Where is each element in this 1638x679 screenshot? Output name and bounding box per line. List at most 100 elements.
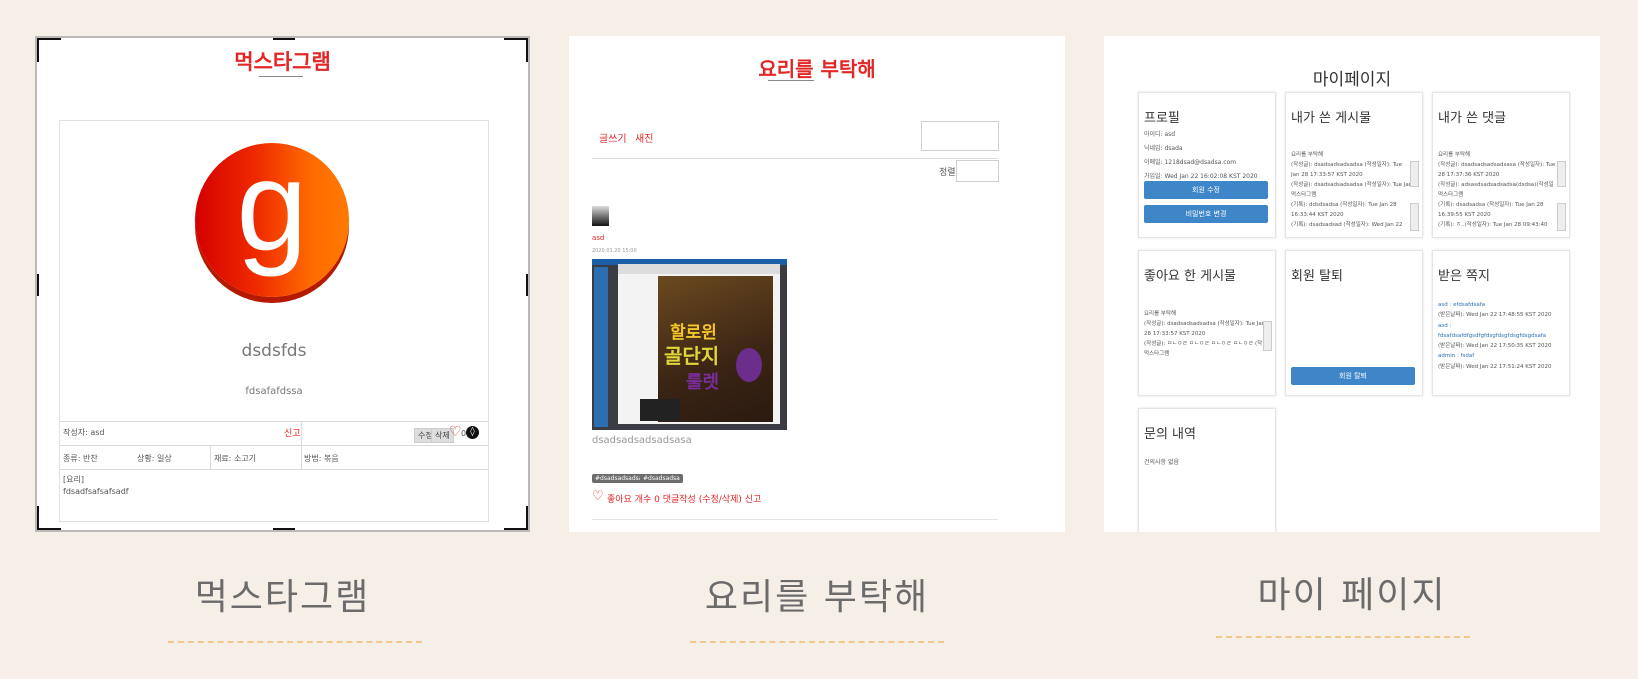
liked-posts-list[interactable]: 요리를 부탁해 (작성글): dsadsadsadsadsa (작성일자): T… [1144, 309, 1264, 359]
scrollbar[interactable] [1557, 161, 1566, 187]
my-comments-line[interactable]: (작성글): dsadsadsadsadsasa (작성일자): Tue Jan [1438, 160, 1558, 170]
crop-handle-bottom[interactable] [273, 528, 295, 530]
caption-underline [1216, 636, 1470, 638]
recipe-text: fdsadfsafsafsadf [63, 487, 129, 496]
post-tag[interactable]: #dsadsadsa [640, 474, 683, 483]
liked-posts-panel: 좋아요 한 게시물 요리를 부탁해 (작성글): dsadsadsadsadsa… [1138, 250, 1276, 396]
sort-select[interactable] [956, 160, 999, 182]
liked-line: 요리를 부탁해 [1144, 311, 1177, 317]
category-type: 종류: 반찬 [63, 454, 98, 463]
inquiry-panel: 문의 내역 건의사항 없음 [1138, 408, 1276, 532]
cell-divider [210, 445, 211, 469]
screenshot-desktop-icons [594, 267, 608, 427]
scrollbar[interactable] [1410, 161, 1419, 187]
message-line: (받은날짜): Wed Jan 22 17:50:35 KST 2020 [1438, 343, 1552, 350]
profile-title: 프로필 [1144, 111, 1180, 126]
my-comments-list[interactable]: 요리를 부탁해 (작성글): dsadsadsadsadsasa (작성일자):… [1438, 150, 1558, 230]
caption-underline [690, 641, 944, 643]
my-comments-title: 내가 쓴 댓글 [1438, 111, 1507, 126]
my-comments-line: 먹스타그램 [1438, 192, 1464, 198]
received-messages-panel: 받은 쪽지 asd : efdsafdsafa (받은날짜): Wed Jan … [1432, 250, 1570, 396]
post-category-row [60, 445, 488, 446]
liked-line[interactable]: (작성글): ㅁㄴㅇㄹ ㅁㄴㅇㄹ ㅁㄴㅇㄹ ㅁㄴㅇㄹ (작) [1144, 339, 1264, 349]
my-posts-line[interactable]: (작성글): dsadsadsadsadsa (작성일자): Tue Jan [1291, 180, 1411, 190]
post-subtitle: fdsafafdssa [245, 386, 303, 397]
like-heart-icon[interactable]: ♡ [592, 489, 604, 504]
caption-cook-for-me: 요리를 부탁해 [704, 577, 930, 618]
withdraw-title: 회원 탈퇴 [1291, 269, 1343, 284]
messages-list[interactable]: asd : efdsafdsafa (받은날짜): Wed Jan 22 17:… [1438, 300, 1566, 372]
crop-handle-right[interactable] [526, 274, 528, 296]
received-messages-title: 받은 쪽지 [1438, 269, 1490, 284]
category-ingredient: 재료: 소고기 [214, 454, 257, 463]
brand-underline [768, 80, 814, 81]
my-posts-panel: 내가 쓴 게시물 요리를 부탁해 (작성글): dsadsadsadsadsa … [1285, 92, 1423, 238]
profile-avatar[interactable]: g [195, 135, 349, 297]
profile-nickname: 닉네임: dsada [1144, 145, 1183, 152]
my-comments-line[interactable]: (작성글): adsasdsadsadsadsa(dsdsa)(작성일 [1438, 180, 1558, 190]
nav-photo[interactable]: 새진 [635, 130, 653, 145]
crop-corner-bottom-left[interactable] [37, 506, 61, 530]
category-method: 방법: 볶음 [304, 454, 339, 463]
my-posts-line[interactable]: (작성글): dsadsadsadsadsa (작성일자): Tue [1291, 160, 1411, 170]
message-line[interactable]: fdsafdsafdfgsdfgfdsgfdsgfdsgfdsgdsafa [1438, 331, 1566, 341]
screenshot-character [736, 348, 762, 382]
nav-write[interactable]: 글쓰기 [599, 130, 627, 145]
message-line: (받은날짜): Wed Jan 22 17:48:55 KST 2020 [1438, 312, 1552, 319]
my-posts-line: 먹스타그램 [1291, 192, 1317, 198]
nav-divider [592, 158, 998, 159]
my-posts-line: Jan 28 17:33:57 KST 2020 [1291, 172, 1363, 178]
my-posts-line[interactable]: (기록): ddsdsadsa (작성일자): Tue Jan 28 [1291, 200, 1411, 210]
report-link[interactable]: 신고 [284, 426, 301, 439]
edit-profile-button[interactable]: 회원 수정 [1144, 181, 1268, 199]
liked-line[interactable]: (작성글): dsadsadsadsadsa (작성일자): Tue Jan [1144, 319, 1264, 329]
my-comments-line: 16:39:55 KST 2020 [1438, 212, 1491, 218]
my-page-preview-card[interactable]: 마이페이지 프로필 아이디: asd 닉네임: dsada 이메일: 1218d… [1104, 36, 1600, 532]
like-heart-icon[interactable]: ♡ [449, 424, 462, 440]
my-page-title: 마이페이지 [1312, 70, 1392, 90]
crop-handle-top[interactable] [273, 38, 295, 40]
profile-joined: 가입일: Wed Jan 22 16:02:08 KST 2020 [1144, 173, 1258, 180]
inquiry-empty: 건의사항 없음 [1144, 459, 1180, 466]
liked-line: 28 17:33:57 KST 2020 [1144, 331, 1206, 337]
meta-divider [301, 421, 302, 445]
inquiry-title: 문의 내역 [1144, 427, 1196, 442]
brand-logo[interactable]: 요리를 부탁해 [569, 53, 1065, 82]
post-divider [592, 519, 998, 520]
message-line: (받은날짜): Wed Jan 22 17:51:24 KST 2020 [1438, 363, 1552, 370]
my-posts-line: 요리를 부탁해 [1291, 152, 1324, 158]
my-comments-line[interactable]: (기록): ㅎ..(작성일자): Tue Jan 28 09:43:40 [1438, 220, 1558, 230]
screenshot-popup [640, 399, 680, 421]
scrollbar[interactable] [1263, 321, 1272, 351]
bookmark-icon[interactable]: ◊ [466, 426, 479, 439]
crop-handle-left[interactable] [37, 274, 39, 296]
post-body: dsadsadsadsadsasa [592, 435, 692, 446]
withdraw-panel: 회원 탈퇴 회원 탈퇴 [1285, 250, 1423, 396]
recipe-label: [요리] [63, 475, 84, 484]
message-line[interactable]: admin : fsdaf [1438, 351, 1566, 361]
mukstagram-preview-card[interactable]: 먹스타그램 g dsdsfds fdsafafdssa 작성자: asd 신고 … [35, 36, 530, 532]
scrollbar[interactable] [1410, 203, 1419, 231]
cook-for-me-preview-card[interactable]: 요리를 부탁해 글쓰기 새진 정렬 asd 2020.01.20 15:00 할… [569, 36, 1065, 532]
post-author[interactable]: asd [592, 234, 604, 242]
my-comments-line[interactable]: (기록): dsadsadsa (작성일자): Tue Jan 28 [1438, 200, 1558, 210]
post-card: g dsdsfds fdsafafdssa 작성자: asd 신고 수정 삭제 … [59, 120, 489, 522]
post-actions[interactable]: 좋아요 개수 0 댓글작성 (수정/삭제) 신고 [607, 492, 761, 505]
caption-underline [168, 641, 422, 643]
my-comments-line: 28 17:37:36 KST 2020 [1438, 172, 1500, 178]
message-line[interactable]: asd : [1438, 321, 1566, 331]
caption-mukstagram: 먹스타그램 [194, 577, 371, 618]
brand-logo[interactable]: 먹스타그램 [37, 46, 528, 76]
search-input[interactable] [921, 121, 999, 151]
scrollbar[interactable] [1557, 203, 1566, 231]
my-posts-line[interactable]: (기록): dsadsadsad (작성일자): Wed Jan 22 [1291, 220, 1411, 230]
withdraw-button[interactable]: 회원 탈퇴 [1291, 367, 1415, 385]
crop-corner-bottom-right[interactable] [504, 506, 528, 530]
change-password-button[interactable]: 비밀번호 변경 [1144, 205, 1268, 223]
author-avatar[interactable] [592, 206, 609, 226]
post-image[interactable]: 할로윈 골단지 룰렛 [592, 259, 787, 430]
profile-panel: 프로필 아이디: asd 닉네임: dsada 이메일: 1218dsad@ds… [1138, 92, 1276, 238]
message-line[interactable]: asd : efdsafdsafa [1438, 300, 1566, 310]
my-posts-list[interactable]: 요리를 부탁해 (작성글): dsadsadsadsadsa (작성일자): T… [1291, 150, 1411, 230]
my-posts-title: 내가 쓴 게시물 [1291, 111, 1372, 126]
